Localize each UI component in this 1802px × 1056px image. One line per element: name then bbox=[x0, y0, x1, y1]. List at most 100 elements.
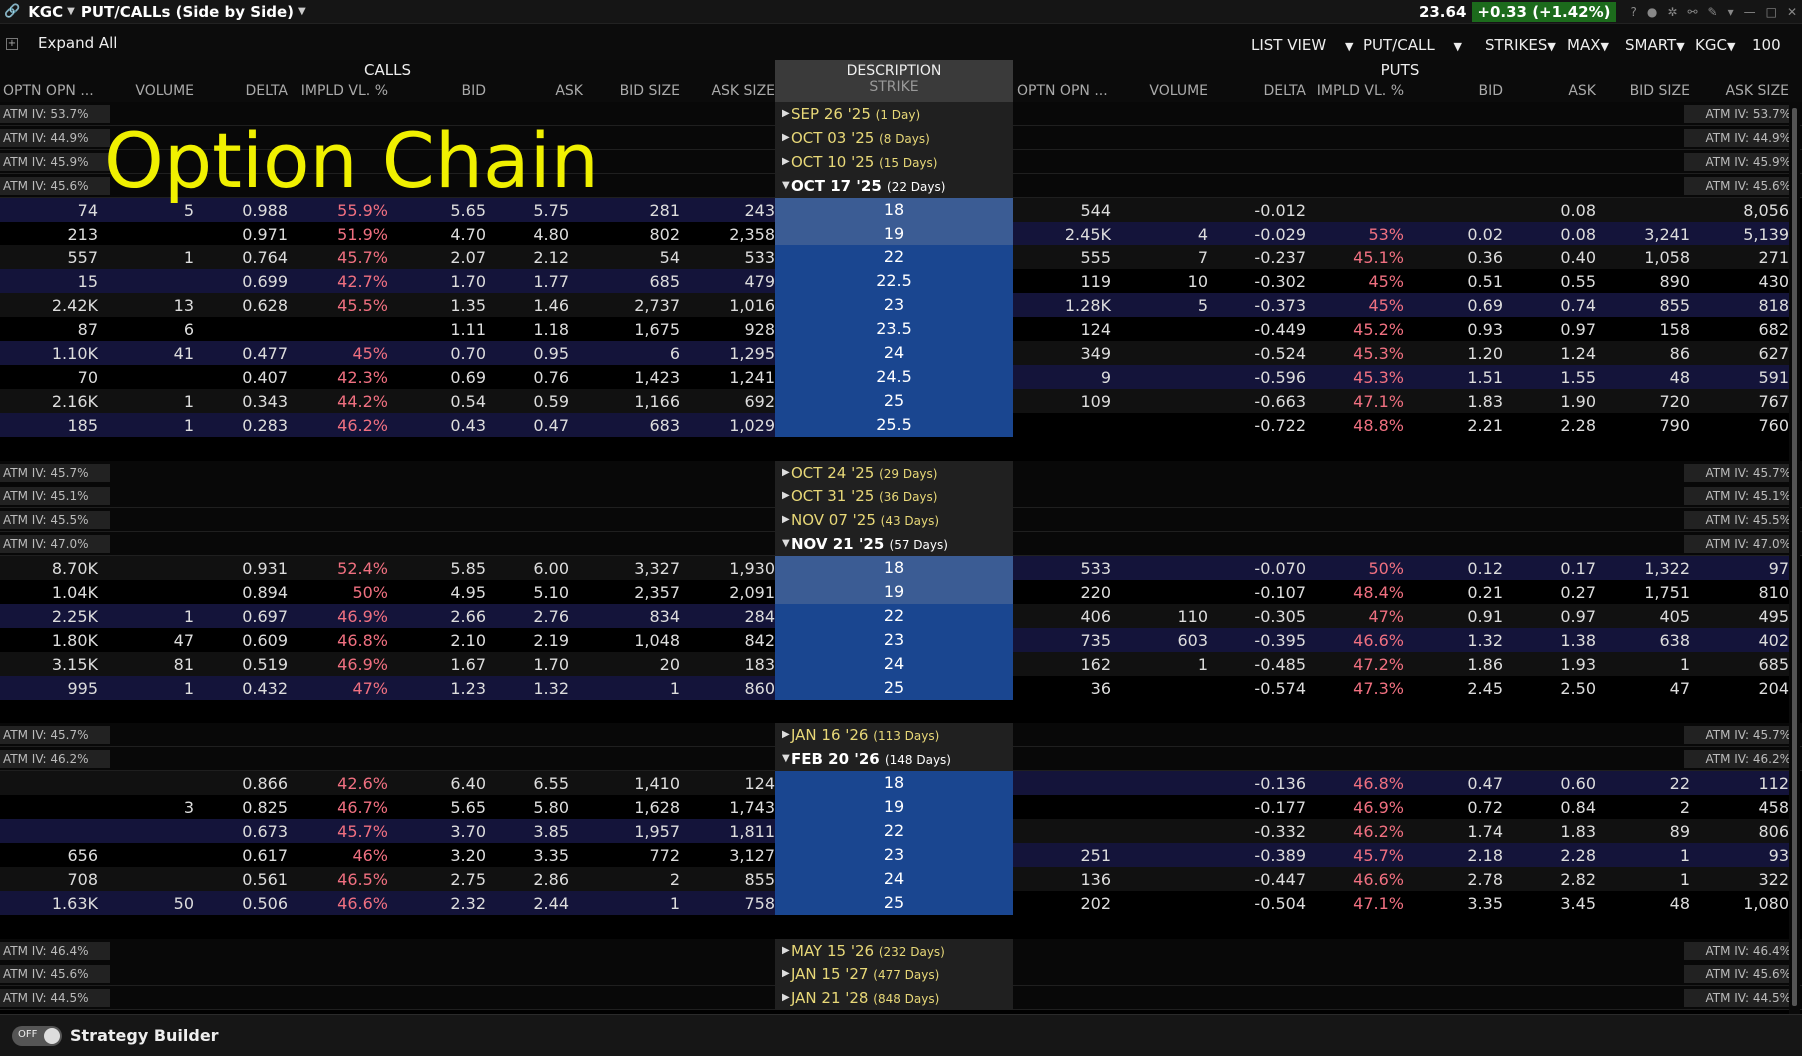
expiry-toggle[interactable]: ▶ JAN 16 '26 (113 Days) bbox=[775, 723, 1013, 748]
put-bid[interactable]: 0.69 bbox=[1400, 296, 1503, 315]
put-bid-size[interactable]: 89 bbox=[1600, 822, 1690, 841]
expiry-toggle[interactable]: ▶ MAY 15 '26 (232 Days) bbox=[775, 938, 1013, 963]
multiplier[interactable]: 100 bbox=[1752, 36, 1781, 54]
put-bid[interactable]: 0.21 bbox=[1400, 583, 1503, 602]
put-bid-size[interactable]: 638 bbox=[1600, 631, 1690, 650]
put-bid[interactable]: 3.35 bbox=[1400, 894, 1503, 913]
put-open-interest[interactable]: 735 bbox=[1013, 631, 1111, 650]
put-iv[interactable]: 46.9% bbox=[1306, 798, 1404, 817]
put-bid-size[interactable]: 3,241 bbox=[1600, 225, 1690, 244]
put-open-interest[interactable]: 2.45K bbox=[1013, 225, 1111, 244]
call-ask-size[interactable]: 692 bbox=[685, 392, 775, 411]
put-ask-size[interactable]: 760 bbox=[1693, 416, 1789, 435]
call-bid[interactable]: 3.70 bbox=[390, 822, 486, 841]
put-ask[interactable]: 0.27 bbox=[1510, 583, 1596, 602]
call-bid-size[interactable]: 281 bbox=[590, 201, 680, 220]
put-ask-size[interactable]: 685 bbox=[1693, 655, 1789, 674]
put-ask[interactable]: 0.84 bbox=[1510, 798, 1596, 817]
call-ask[interactable]: 3.85 bbox=[486, 822, 569, 841]
strike-cell[interactable]: 23 bbox=[775, 293, 1013, 318]
strike-cell[interactable]: 22 bbox=[775, 245, 1013, 270]
put-bid[interactable]: 0.12 bbox=[1400, 559, 1503, 578]
col-put-ask-size[interactable]: ASK SIZE bbox=[1693, 83, 1789, 99]
put-ask[interactable]: 2.50 bbox=[1510, 679, 1596, 698]
put-open-interest[interactable]: 555 bbox=[1013, 248, 1111, 267]
call-iv[interactable]: 46.8% bbox=[290, 631, 388, 650]
call-delta[interactable]: 0.931 bbox=[200, 559, 288, 578]
strike-cell[interactable]: 23.5 bbox=[775, 317, 1013, 342]
call-ask-size[interactable]: 2,358 bbox=[685, 225, 775, 244]
call-delta[interactable]: 0.477 bbox=[200, 344, 288, 363]
call-ask-size[interactable]: 479 bbox=[685, 272, 775, 291]
put-bid-size[interactable]: 790 bbox=[1600, 416, 1690, 435]
put-ask-size[interactable]: 458 bbox=[1693, 798, 1789, 817]
put-bid-size[interactable]: 720 bbox=[1600, 392, 1690, 411]
call-ask[interactable]: 1.77 bbox=[486, 272, 569, 291]
max-dropdown[interactable]: MAX▼ bbox=[1567, 36, 1609, 54]
put-iv[interactable]: 47.1% bbox=[1306, 894, 1404, 913]
put-ask-size[interactable]: 204 bbox=[1693, 679, 1789, 698]
call-delta[interactable]: 0.697 bbox=[200, 607, 288, 626]
put-bid-size[interactable]: 1 bbox=[1600, 870, 1690, 889]
call-bid-size[interactable]: 2 bbox=[590, 870, 680, 889]
call-iv[interactable]: 47% bbox=[290, 679, 388, 698]
put-open-interest[interactable]: 349 bbox=[1013, 344, 1111, 363]
put-volume[interactable]: 5 bbox=[1120, 296, 1208, 315]
expiry-toggle[interactable]: ▼ FEB 20 '26 (148 Days) bbox=[775, 747, 1013, 772]
call-iv[interactable]: 46.7% bbox=[290, 798, 388, 817]
col-call-ask-size[interactable]: ASK SIZE bbox=[685, 83, 775, 99]
put-ask-size[interactable]: 591 bbox=[1693, 368, 1789, 387]
put-bid-size[interactable]: 1,751 bbox=[1600, 583, 1690, 602]
put-open-interest[interactable]: 136 bbox=[1013, 870, 1111, 889]
call-ask[interactable]: 3.35 bbox=[486, 846, 569, 865]
expand-all-button[interactable]: + Expand All bbox=[6, 34, 117, 52]
call-bid[interactable]: 5.85 bbox=[390, 559, 486, 578]
put-ask[interactable]: 0.08 bbox=[1510, 225, 1596, 244]
call-ask[interactable]: 0.95 bbox=[486, 344, 569, 363]
call-open-interest[interactable]: 87 bbox=[0, 320, 98, 339]
put-bid-size[interactable]: 158 bbox=[1600, 320, 1690, 339]
put-bid[interactable]: 1.51 bbox=[1400, 368, 1503, 387]
call-iv[interactable]: 46.2% bbox=[290, 416, 388, 435]
call-bid[interactable]: 2.07 bbox=[390, 248, 486, 267]
put-iv[interactable]: 45.3% bbox=[1306, 344, 1404, 363]
call-bid[interactable]: 5.65 bbox=[390, 798, 486, 817]
expiry-toggle[interactable]: ▶ JAN 21 '28 (848 Days) bbox=[775, 986, 1013, 1011]
col-call-bid-size[interactable]: BID SIZE bbox=[590, 83, 680, 99]
call-volume[interactable]: 1 bbox=[100, 416, 194, 435]
call-iv[interactable]: 42.6% bbox=[290, 774, 388, 793]
call-bid-size[interactable]: 20 bbox=[590, 655, 680, 674]
col-call-bid[interactable]: BID bbox=[420, 83, 486, 99]
call-delta[interactable]: 0.617 bbox=[200, 846, 288, 865]
put-bid[interactable]: 0.91 bbox=[1400, 607, 1503, 626]
put-delta[interactable]: -0.107 bbox=[1220, 583, 1306, 602]
put-ask[interactable]: 2.28 bbox=[1510, 416, 1596, 435]
expiry-toggle[interactable]: ▶ SEP 26 '25 (1 Day) bbox=[775, 102, 1013, 126]
scrollbar-thumb[interactable] bbox=[1792, 108, 1797, 1006]
expiry-toggle[interactable]: ▶ OCT 31 '25 (36 Days) bbox=[775, 484, 1013, 509]
vertical-scrollbar[interactable] bbox=[1789, 102, 1800, 1014]
call-open-interest[interactable]: 185 bbox=[0, 416, 98, 435]
put-ask[interactable]: 0.74 bbox=[1510, 296, 1596, 315]
call-volume[interactable]: 13 bbox=[100, 296, 194, 315]
call-bid-size[interactable]: 1,628 bbox=[590, 798, 680, 817]
call-iv[interactable]: 44.2% bbox=[290, 392, 388, 411]
strike-cell[interactable]: 25 bbox=[775, 675, 1013, 700]
strike-cell[interactable]: 25.5 bbox=[775, 412, 1013, 437]
call-iv[interactable]: 45.7% bbox=[290, 822, 388, 841]
call-iv[interactable]: 52.4% bbox=[290, 559, 388, 578]
put-iv[interactable]: 53% bbox=[1306, 225, 1404, 244]
call-ask-size[interactable]: 928 bbox=[685, 320, 775, 339]
strike-cell[interactable]: 22.5 bbox=[775, 269, 1013, 294]
call-bid[interactable]: 2.75 bbox=[390, 870, 486, 889]
put-open-interest[interactable]: 36 bbox=[1013, 679, 1111, 698]
call-volume[interactable]: 47 bbox=[100, 631, 194, 650]
call-bid-size[interactable]: 1 bbox=[590, 679, 680, 698]
put-delta[interactable]: -0.663 bbox=[1220, 392, 1306, 411]
minimize-icon[interactable]: — bbox=[1744, 5, 1756, 19]
put-ask[interactable]: 1.83 bbox=[1510, 822, 1596, 841]
put-open-interest[interactable]: 406 bbox=[1013, 607, 1111, 626]
call-volume[interactable]: 1 bbox=[100, 248, 194, 267]
put-delta[interactable]: -0.447 bbox=[1220, 870, 1306, 889]
put-ask-size[interactable]: 5,139 bbox=[1693, 225, 1789, 244]
